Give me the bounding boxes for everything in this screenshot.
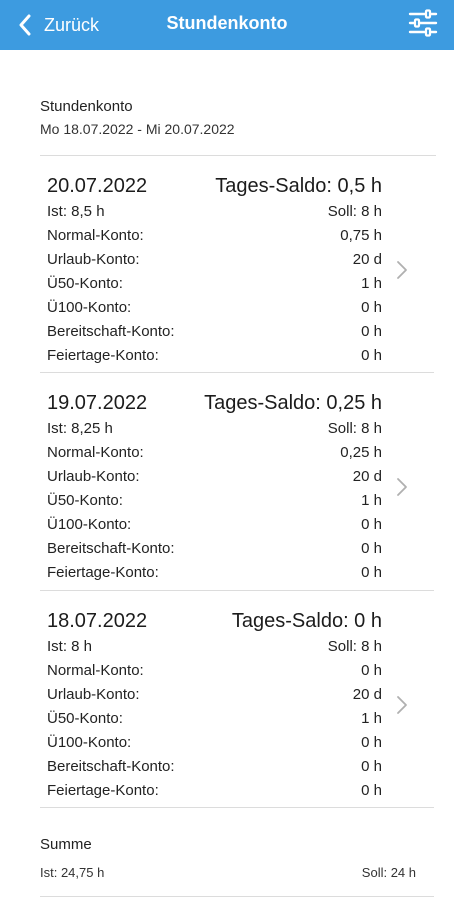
- day-saldo: Tages-Saldo: 0,5 h: [215, 175, 382, 197]
- account-value: 0 h: [361, 781, 382, 799]
- account-label: Urlaub-Konto:: [47, 467, 140, 485]
- divider: [40, 896, 434, 897]
- summary-soll: Soll: 24 h: [361, 865, 416, 880]
- account-value: 1 h: [361, 274, 382, 292]
- day-card[interactable]: 19.07.2022 Tages-Saldo: 0,25 h Ist: 8,25…: [40, 392, 434, 588]
- account-row: Feiertage-Konto: 0 h: [47, 778, 382, 802]
- account-label: Urlaub-Konto:: [47, 250, 140, 268]
- account-row: Urlaub-Konto: 20 d: [47, 682, 382, 706]
- soll-value: Soll: 8 h: [327, 202, 382, 220]
- account-value: 0 h: [361, 515, 382, 533]
- account-label: Bereitschaft-Konto:: [47, 322, 175, 340]
- account-label: Normal-Konto:: [47, 443, 144, 461]
- account-value: 0 h: [361, 733, 382, 751]
- account-row: Normal-Konto: 0,25 h: [47, 440, 382, 464]
- period-title: Stundenkonto: [40, 98, 133, 115]
- account-label: Normal-Konto:: [47, 661, 144, 679]
- filter-button[interactable]: [408, 9, 438, 37]
- account-row: Ü100-Konto: 0 h: [47, 512, 382, 536]
- account-row: Ü50-Konto: 1 h: [47, 271, 382, 295]
- account-value: 1 h: [361, 491, 382, 509]
- soll-value: Soll: 8 h: [327, 637, 382, 655]
- chevron-right-icon: [397, 696, 407, 714]
- account-value: 0,25 h: [340, 443, 382, 461]
- account-label: Bereitschaft-Konto:: [47, 539, 175, 557]
- ist-soll-row: Ist: 8 h Soll: 8 h: [47, 634, 382, 658]
- account-value: 0,75 h: [340, 226, 382, 244]
- ist-soll-row: Ist: 8,5 h Soll: 8 h: [47, 199, 382, 223]
- account-value: 0 h: [361, 661, 382, 679]
- day-header: 18.07.2022 Tages-Saldo: 0 h: [47, 610, 382, 634]
- ist-value: Ist: 8 h: [47, 637, 93, 655]
- account-label: Feiertage-Konto:: [47, 346, 159, 364]
- account-row: Normal-Konto: 0,75 h: [47, 223, 382, 247]
- account-label: Ü50-Konto:: [47, 491, 123, 509]
- account-row: Ü100-Konto: 0 h: [47, 730, 382, 754]
- summary-block: Summe Ist: 24,75 h Soll: 24 h: [40, 836, 416, 880]
- account-value: 20 d: [352, 467, 382, 485]
- account-row: Normal-Konto: 0 h: [47, 658, 382, 682]
- account-value: 0 h: [361, 322, 382, 340]
- account-label: Normal-Konto:: [47, 226, 144, 244]
- account-value: 20 d: [352, 250, 382, 268]
- day-date: 18.07.2022: [47, 610, 148, 632]
- day-header: 20.07.2022 Tages-Saldo: 0,5 h: [47, 175, 382, 199]
- ist-value: Ist: 8,25 h: [47, 419, 113, 437]
- account-row: Feiertage-Konto: 0 h: [47, 560, 382, 584]
- chevron-right-icon: [397, 478, 407, 496]
- day-card[interactable]: 18.07.2022 Tages-Saldo: 0 h Ist: 8 h Sol…: [40, 610, 434, 806]
- day-date: 20.07.2022: [47, 175, 148, 197]
- account-label: Feiertage-Konto:: [47, 563, 159, 581]
- soll-value: Soll: 8 h: [327, 419, 382, 437]
- ist-value: Ist: 8,5 h: [47, 202, 105, 220]
- account-value: 0 h: [361, 563, 382, 581]
- account-value: 1 h: [361, 709, 382, 727]
- filter-sliders-icon: [408, 9, 438, 37]
- account-row: Bereitschaft-Konto: 0 h: [47, 536, 382, 560]
- summary-row: Ist: 24,75 h Soll: 24 h: [40, 865, 416, 880]
- account-label: Bereitschaft-Konto:: [47, 757, 175, 775]
- account-value: 0 h: [361, 346, 382, 364]
- account-row: Ü50-Konto: 1 h: [47, 706, 382, 730]
- account-row: Ü100-Konto: 0 h: [47, 295, 382, 319]
- divider: [40, 155, 436, 156]
- day-card[interactable]: 20.07.2022 Tages-Saldo: 0,5 h Ist: 8,5 h…: [40, 175, 434, 371]
- day-saldo: Tages-Saldo: 0 h: [231, 610, 382, 632]
- account-row: Urlaub-Konto: 20 d: [47, 247, 382, 271]
- day-date: 19.07.2022: [47, 392, 148, 414]
- divider: [40, 372, 434, 373]
- divider: [40, 807, 434, 808]
- account-row: Feiertage-Konto: 0 h: [47, 343, 382, 367]
- account-value: 0 h: [361, 757, 382, 775]
- page-title: Stundenkonto: [166, 12, 288, 33]
- ist-soll-row: Ist: 8,25 h Soll: 8 h: [47, 416, 382, 440]
- app-bar: Zurück Stundenkonto: [0, 0, 454, 50]
- summary-title: Summe: [40, 836, 92, 853]
- divider: [40, 590, 434, 591]
- account-value: 20 d: [352, 685, 382, 703]
- account-value: 0 h: [361, 539, 382, 557]
- account-label: Ü100-Konto:: [47, 733, 132, 751]
- account-row: Bereitschaft-Konto: 0 h: [47, 754, 382, 778]
- account-label: Ü50-Konto:: [47, 274, 123, 292]
- period-range: Mo 18.07.2022 - Mi 20.07.2022: [40, 121, 235, 137]
- account-label: Urlaub-Konto:: [47, 685, 140, 703]
- account-label: Ü50-Konto:: [47, 709, 123, 727]
- summary-ist: Ist: 24,75 h: [40, 865, 105, 880]
- chevron-right-icon: [397, 261, 407, 279]
- day-header: 19.07.2022 Tages-Saldo: 0,25 h: [47, 392, 382, 416]
- account-label: Ü100-Konto:: [47, 298, 132, 316]
- account-row: Urlaub-Konto: 20 d: [47, 464, 382, 488]
- account-value: 0 h: [361, 298, 382, 316]
- day-saldo: Tages-Saldo: 0,25 h: [204, 392, 382, 414]
- account-row: Bereitschaft-Konto: 0 h: [47, 319, 382, 343]
- account-label: Ü100-Konto:: [47, 515, 132, 533]
- account-label: Feiertage-Konto:: [47, 781, 159, 799]
- period-header: Stundenkonto Mo 18.07.2022 - Mi 20.07.20…: [40, 98, 436, 137]
- account-row: Ü50-Konto: 1 h: [47, 488, 382, 512]
